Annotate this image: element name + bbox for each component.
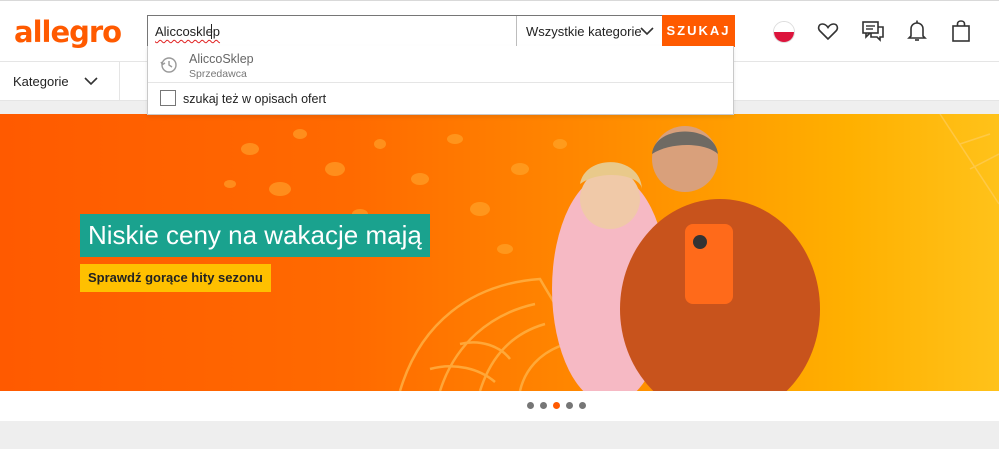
- category-select-label: Wszystkie kategorie: [526, 24, 642, 39]
- category-select[interactable]: Wszystkie kategorie: [516, 16, 663, 46]
- chevron-down-icon[interactable]: [83, 73, 99, 89]
- history-icon: [160, 57, 177, 73]
- promo-banner[interactable]: Niskie ceny na wakacje mają Sprawdź gorą…: [0, 114, 999, 391]
- flag-pl-icon[interactable]: [773, 21, 795, 43]
- carousel-dot[interactable]: [579, 402, 586, 409]
- nav-divider: [119, 62, 120, 100]
- allegro-logo[interactable]: allegro: [14, 15, 122, 49]
- search-suggestions: AliccoSklep Sprzedawca szukaj też w opis…: [147, 46, 734, 115]
- categories-menu[interactable]: Kategorie: [13, 74, 69, 89]
- banner-headline: Niskie ceny na wakacje mają: [80, 214, 430, 257]
- cart-icon[interactable]: [949, 19, 973, 43]
- search-bar: Aliccosklep Wszystkie kategorie SZUKAJ: [147, 15, 735, 47]
- search-descriptions-label[interactable]: szukaj też w opisach ofert: [183, 92, 326, 106]
- heart-icon[interactable]: [816, 19, 840, 43]
- banner-cta[interactable]: Sprawdź gorące hity sezonu: [80, 264, 271, 292]
- carousel-dot[interactable]: [527, 402, 534, 409]
- carousel-dot-active[interactable]: [553, 402, 560, 409]
- chevron-down-icon: [640, 27, 654, 36]
- search-button[interactable]: SZUKAJ: [662, 15, 735, 47]
- bell-icon[interactable]: [905, 19, 929, 43]
- carousel-dot[interactable]: [566, 402, 573, 409]
- carousel-dot[interactable]: [540, 402, 547, 409]
- text-caret: [211, 24, 212, 39]
- search-descriptions-checkbox[interactable]: [160, 90, 176, 106]
- section-divider: [0, 421, 999, 449]
- suggestion-role: Sprzedawca: [189, 68, 247, 80]
- dropdown-divider: [148, 82, 733, 83]
- chat-icon[interactable]: [861, 19, 885, 43]
- suggestion-name[interactable]: AliccoSklep: [189, 52, 254, 66]
